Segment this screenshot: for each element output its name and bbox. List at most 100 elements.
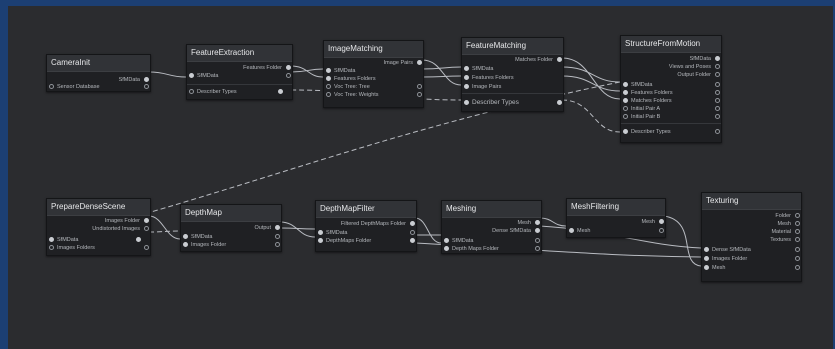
input-port[interactable] [49,84,54,89]
input-port[interactable] [326,68,331,73]
node-image-matching[interactable]: ImageMatching Image Pairs SfMData Featur… [323,40,424,108]
graph-editor-canvas[interactable]: CameraInit SfMData Sensor Database Featu… [8,6,833,349]
input-port[interactable] [704,247,709,252]
input-port[interactable] [444,246,449,251]
output-port[interactable] [795,265,800,270]
output-port[interactable] [715,64,720,69]
output-port[interactable] [144,77,149,82]
output-port[interactable] [795,237,800,242]
output-port[interactable] [659,219,664,224]
attr-sfmdata: SfMData [631,82,653,88]
input-port[interactable] [623,82,628,87]
input-port[interactable] [326,84,331,89]
output-port[interactable] [535,220,540,225]
input-port[interactable] [464,66,469,71]
node-title: FeatureMatching [462,38,563,55]
node-feature-matching[interactable]: FeatureMatching Matches Folder SfMData F… [461,37,564,112]
output-port[interactable] [278,89,283,94]
output-port[interactable] [795,256,800,261]
attr-describer-types: Describer Types [472,99,519,106]
output-port[interactable] [715,56,720,61]
output-port[interactable] [144,245,149,250]
output-port[interactable] [417,60,422,65]
output-port[interactable] [795,213,800,218]
output-port[interactable] [795,247,800,252]
node-depth-map[interactable]: DepthMap Output SfMData Images Folder [180,204,282,252]
output-port[interactable] [557,100,562,105]
node-title: Meshing [442,201,541,218]
output-port[interactable] [275,234,280,239]
edge-imagematching-featurematching-sfm [421,66,462,70]
attr-output-mesh: Mesh [641,219,655,225]
input-port[interactable] [464,84,469,89]
input-port[interactable] [623,114,628,119]
node-prepare-dense-scene[interactable]: PrepareDenseScene Images Folder Undistor… [46,198,151,256]
node-camera-init[interactable]: CameraInit SfMData Sensor Database [46,54,151,92]
input-port[interactable] [444,238,449,243]
node-feature-extraction[interactable]: FeatureExtraction Features Folder SfMDat… [186,44,293,100]
output-port[interactable] [715,72,720,77]
output-port[interactable] [410,238,415,243]
attr-sfmdata: SfMData [191,234,213,240]
input-port[interactable] [704,265,709,270]
output-port[interactable] [535,238,540,243]
input-port[interactable] [189,89,194,94]
node-meshing[interactable]: Meshing Mesh Dense SfMData SfMData Depth… [441,200,542,254]
attr-output-sfmdata: SfMData [118,77,140,83]
output-port[interactable] [417,92,422,97]
output-port[interactable] [715,98,720,103]
output-port[interactable] [535,228,540,233]
output-port[interactable] [144,226,149,231]
input-port[interactable] [183,242,188,247]
node-texturing[interactable]: Texturing Folder Mesh Material Textures … [701,192,802,282]
input-port[interactable] [623,90,628,95]
input-port[interactable] [183,234,188,239]
input-port[interactable] [464,100,469,105]
input-port[interactable] [704,256,709,261]
attr-initial-pair-a: Initial Pair A [631,106,661,112]
input-port[interactable] [623,106,628,111]
attr-sensor-database: Sensor Database [57,84,100,90]
output-port[interactable] [535,246,540,251]
input-port[interactable] [569,228,574,233]
input-port[interactable] [623,98,628,103]
output-port[interactable] [275,225,280,230]
output-port[interactable] [410,221,415,226]
output-port[interactable] [715,129,720,134]
output-port[interactable] [715,114,720,119]
input-port[interactable] [318,230,323,235]
output-port[interactable] [557,57,562,62]
attr-matches-folder: Matches Folder [515,57,553,63]
attr-depthmaps-folder: DepthMaps Folder [326,238,372,244]
output-port[interactable] [715,106,720,111]
output-port[interactable] [136,237,141,242]
edge-depthmap-depthmapfilter-sfm [279,227,316,230]
output-port[interactable] [417,84,422,89]
input-port[interactable] [464,75,469,80]
output-port[interactable] [144,218,149,223]
output-port[interactable] [410,230,415,235]
node-title: MeshFiltering [567,199,665,216]
output-port[interactable] [286,73,291,78]
input-port[interactable] [326,76,331,81]
input-port[interactable] [326,92,331,97]
output-port[interactable] [275,242,280,247]
output-port[interactable] [144,84,149,89]
output-port[interactable] [286,65,291,70]
node-depth-map-filter[interactable]: DepthMapFilter Filtered DepthMaps Folder… [315,200,417,252]
attr-features-folders: Features Folders [334,76,376,82]
output-port[interactable] [715,82,720,87]
input-port[interactable] [49,237,54,242]
node-mesh-filtering[interactable]: MeshFiltering Mesh Mesh [566,198,666,238]
output-port[interactable] [795,229,800,234]
node-structure-from-motion[interactable]: StructureFromMotion SfMData Views and Po… [620,35,722,143]
input-port[interactable] [623,129,628,134]
input-port[interactable] [189,73,194,78]
input-port[interactable] [49,245,54,250]
edge-depthmapfilter-meshing-folder [414,217,442,244]
output-port[interactable] [795,221,800,226]
output-port[interactable] [659,228,664,233]
output-port[interactable] [715,90,720,95]
attr-filtered-depthmaps-folder: Filtered DepthMaps Folder [340,221,406,227]
input-port[interactable] [318,238,323,243]
